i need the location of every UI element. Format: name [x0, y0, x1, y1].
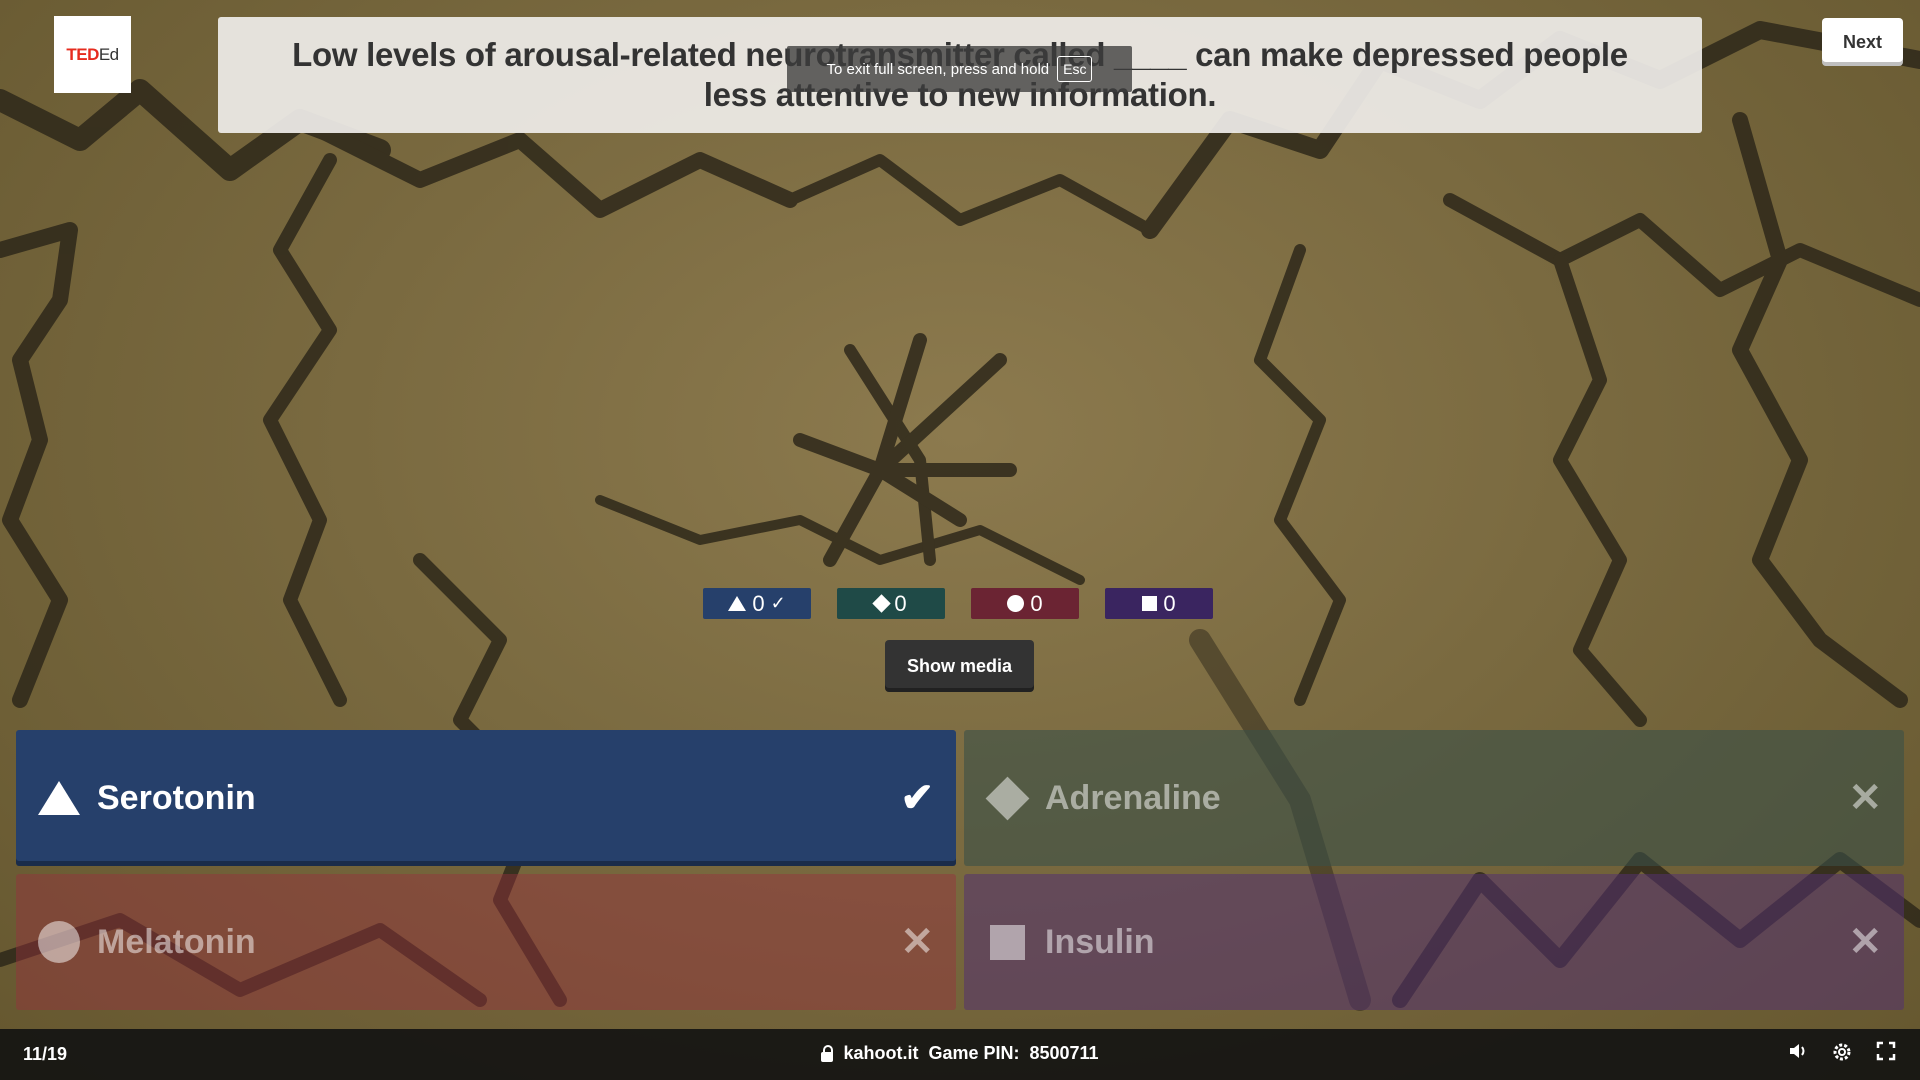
counter-diamond: 0: [837, 588, 945, 619]
show-media-button[interactable]: Show media: [885, 640, 1034, 692]
incorrect-x-icon: ✕: [1848, 776, 1882, 820]
counter-triangle: 0 ✓: [703, 588, 811, 619]
counter-circle: 0: [971, 588, 1079, 619]
counter-count: 0: [1030, 590, 1043, 616]
circle-icon: [38, 921, 80, 963]
fullscreen-icon[interactable]: [1874, 1041, 1898, 1069]
fullscreen-toast-text: To exit full screen, press and hold: [826, 60, 1050, 78]
correct-check-icon: ✔: [900, 776, 934, 820]
incorrect-x-icon: ✕: [900, 920, 934, 964]
triangle-icon: [38, 781, 80, 815]
answer-insulin[interactable]: Insulin ✕: [964, 874, 1904, 1010]
site-name: kahoot.it: [843, 1043, 919, 1063]
game-pin-value: 8500711: [1029, 1043, 1099, 1063]
logo-ted-text: TED: [66, 44, 99, 64]
answer-serotonin[interactable]: Serotonin ✔: [16, 730, 956, 866]
answer-label: Insulin: [1045, 922, 1155, 961]
lock-icon: [821, 1044, 834, 1062]
answer-adrenaline[interactable]: Adrenaline ✕: [964, 730, 1904, 866]
counter-count: 0: [1163, 590, 1176, 616]
square-icon: [1142, 596, 1158, 611]
diamond-icon: [985, 776, 1030, 820]
answer-label: Serotonin: [97, 778, 256, 817]
speaker-icon[interactable]: [1786, 1041, 1810, 1069]
answer-counters: 0 ✓ 0 0 0: [703, 588, 1213, 619]
answer-label: Melatonin: [97, 922, 256, 961]
diamond-icon: [872, 594, 892, 613]
game-pin-label: Game PIN:: [928, 1043, 1020, 1063]
footer-bar: 11/19 kahoot.it Game PIN: 8500711: [0, 1029, 1920, 1080]
next-button[interactable]: Next: [1822, 18, 1903, 66]
answer-label: Adrenaline: [1045, 778, 1221, 817]
counter-count: 0: [752, 590, 765, 616]
check-icon: ✓: [770, 593, 786, 613]
logo-ed-text: Ed: [98, 44, 119, 64]
incorrect-x-icon: ✕: [1848, 920, 1882, 964]
esc-key-badge: Esc: [1057, 56, 1093, 82]
game-pin-info: kahoot.it Game PIN: 8500711: [0, 1043, 1920, 1064]
counter-count: 0: [894, 590, 907, 616]
triangle-icon: [728, 596, 747, 611]
ted-ed-logo: TED Ed: [54, 16, 131, 93]
answer-melatonin[interactable]: Melatonin ✕: [16, 874, 956, 1010]
square-icon: [990, 924, 1025, 960]
circle-icon: [1007, 595, 1025, 612]
counter-square: 0: [1105, 588, 1213, 619]
footer-controls: [1786, 1041, 1898, 1069]
gear-icon[interactable]: [1830, 1041, 1854, 1069]
fullscreen-exit-toast: To exit full screen, press and hold Esc: [787, 46, 1132, 92]
